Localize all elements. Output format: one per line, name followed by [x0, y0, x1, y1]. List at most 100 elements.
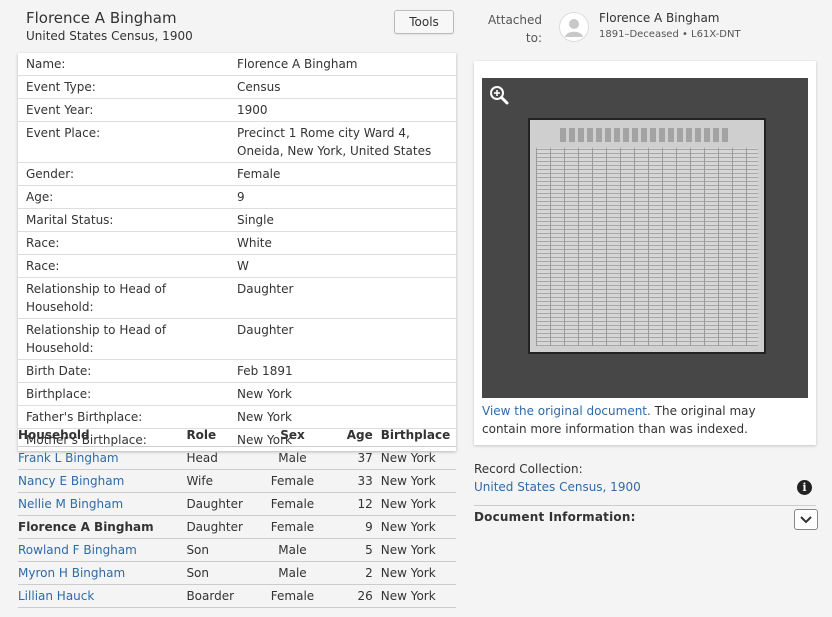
- fact-value: 1900: [237, 103, 268, 117]
- tools-button[interactable]: Tools: [394, 10, 454, 34]
- fact-value: Feb 1891: [237, 364, 293, 378]
- household-member-sex: Female: [270, 497, 315, 511]
- household-row: Florence A Bingham Daughter Female 9 New Yor…: [18, 516, 456, 539]
- fact-row: Race: White: [18, 232, 456, 255]
- household-header-role: Role: [186, 427, 217, 442]
- household-member-sex: Male: [278, 451, 307, 465]
- fact-row: Birth Date: Feb 1891: [18, 360, 456, 383]
- household-member-role: Wife: [186, 474, 213, 488]
- fact-row: Event Year: 1900: [18, 99, 456, 122]
- household-member-role: Head: [186, 451, 218, 465]
- household-header-sex: Sex: [280, 427, 305, 442]
- fact-label: Gender:: [26, 167, 75, 181]
- document-information-toggle[interactable]: [794, 509, 818, 530]
- person-silhouette: [565, 19, 583, 37]
- record-collection-label: Record Collection:: [474, 462, 583, 476]
- document-header-scan: [560, 128, 730, 142]
- fact-label: Event Place:: [26, 126, 101, 140]
- household-header-age: Age: [346, 427, 373, 442]
- zoom-in-icon[interactable]: [488, 84, 510, 106]
- fact-label: Race:: [26, 236, 60, 250]
- attached-to-label: Attached to:: [488, 13, 542, 45]
- fact-value: Census: [237, 80, 281, 94]
- fact-label: Event Year:: [26, 103, 94, 117]
- fact-value: Daughter: [237, 323, 294, 337]
- fact-value: Daughter: [237, 282, 294, 296]
- fact-value: Female: [237, 167, 281, 181]
- household-table: Household Role Sex Age Birthplace Frank …: [18, 423, 456, 608]
- household-member-role: Daughter: [186, 497, 243, 511]
- household-member-role: Boarder: [186, 589, 235, 603]
- fact-value: White: [237, 236, 272, 250]
- record-title: Florence A Bingham: [26, 9, 177, 27]
- household-header-name: Household: [18, 427, 90, 442]
- record-collection-link[interactable]: United States Census, 1900: [474, 480, 641, 494]
- household-member-sex: Female: [270, 589, 315, 603]
- household-row: Nellie M Bingham Daughter Female 12 New York: [18, 493, 456, 516]
- household-row: Frank L Bingham Head Male 37 New York: [18, 447, 456, 470]
- household-member-birthplace: New York: [380, 520, 436, 534]
- fact-label: Relationship to Head of Household:: [26, 282, 167, 314]
- fact-row: Age: 9: [18, 186, 456, 209]
- fact-value: Florence A Bingham: [237, 57, 358, 71]
- household-header-row: Household Role Sex Age Birthplace: [18, 423, 456, 447]
- fact-row: Race: W: [18, 255, 456, 278]
- household-row: Myron H Bingham Son Male 2 New York: [18, 562, 456, 585]
- section-divider: [474, 505, 816, 506]
- fact-row: Relationship to Head of Household: Daught…: [18, 319, 456, 360]
- household-member-age: 26: [357, 589, 373, 603]
- facts-table: Name: Florence A Bingham Event Type: Census…: [18, 53, 456, 451]
- household-rows: Frank L Bingham Head Male 37 New York Nancy E…: [18, 447, 456, 608]
- fact-label: Birth Date:: [26, 364, 92, 378]
- fact-label: Age:: [26, 190, 54, 204]
- fact-value: Single: [237, 213, 274, 227]
- household-member-birthplace: New York: [380, 474, 436, 488]
- fact-label: Event Type:: [26, 80, 96, 94]
- document-image-viewer[interactable]: [482, 78, 808, 398]
- household-member-sex: Female: [270, 474, 315, 488]
- fact-row: Event Type: Census: [18, 76, 456, 99]
- person-avatar-icon[interactable]: [559, 12, 589, 42]
- household-member-name[interactable]: Lillian Hauck: [18, 589, 186, 603]
- household-member-age: 33: [357, 474, 373, 488]
- record-collection-subtitle: United States Census, 1900: [26, 29, 193, 43]
- household-member-age: 2: [365, 566, 373, 580]
- chevron-down-icon: [800, 516, 812, 524]
- attached-person-meta: 1891–Deceased • L61X-DNT: [599, 29, 741, 40]
- household-row: Rowland F Bingham Son Male 5 New York: [18, 539, 456, 562]
- household-member-sex: Male: [278, 543, 307, 557]
- census-document-thumbnail: [528, 118, 766, 354]
- attached-person-name[interactable]: Florence A Bingham: [599, 11, 720, 25]
- household-member-age: 9: [365, 520, 373, 534]
- fact-row: Relationship to Head of Household: Daught…: [18, 278, 456, 319]
- household-member-birthplace: New York: [380, 589, 436, 603]
- household-member-birthplace: New York: [380, 497, 436, 511]
- household-member-name[interactable]: Nancy E Bingham: [18, 474, 186, 488]
- household-row: Lillian Hauck Boarder Female 26 New York: [18, 585, 456, 608]
- view-original-link[interactable]: View the original document.: [482, 404, 651, 418]
- fact-row: Gender: Female: [18, 163, 456, 186]
- household-member-name[interactable]: Frank L Bingham: [18, 451, 186, 465]
- household-member-role: Son: [186, 566, 210, 580]
- household-header-birthplace: Birthplace: [380, 427, 451, 442]
- fact-label: Marital Status:: [26, 213, 114, 227]
- document-viewer-card: View the original document. The original…: [474, 61, 816, 445]
- household-member-name[interactable]: Rowland F Bingham: [18, 543, 186, 557]
- household-member-age: 12: [357, 497, 373, 511]
- household-member-sex: Male: [278, 566, 307, 580]
- household-member-name[interactable]: Myron H Bingham: [18, 566, 186, 580]
- document-information-label: Document Information:: [474, 510, 636, 524]
- fact-value: W: [237, 259, 249, 273]
- info-icon[interactable]: i: [797, 480, 812, 495]
- fact-row: Event Place: Precinct 1 Rome city Ward 4,…: [18, 122, 456, 163]
- household-member-birthplace: New York: [380, 543, 436, 557]
- household-row: Nancy E Bingham Wife Female 33 New York: [18, 470, 456, 493]
- fact-label: Name:: [26, 57, 66, 71]
- fact-label: Birthplace:: [26, 387, 92, 401]
- fact-row: Name: Florence A Bingham: [18, 53, 456, 76]
- household-member-birthplace: New York: [380, 566, 436, 580]
- fact-value: Precinct 1 Rome city Ward 4, Oneida, New…: [237, 126, 432, 158]
- household-member-name[interactable]: Nellie M Bingham: [18, 497, 186, 511]
- household-member-birthplace: New York: [380, 451, 436, 465]
- household-member-role: Son: [186, 543, 210, 557]
